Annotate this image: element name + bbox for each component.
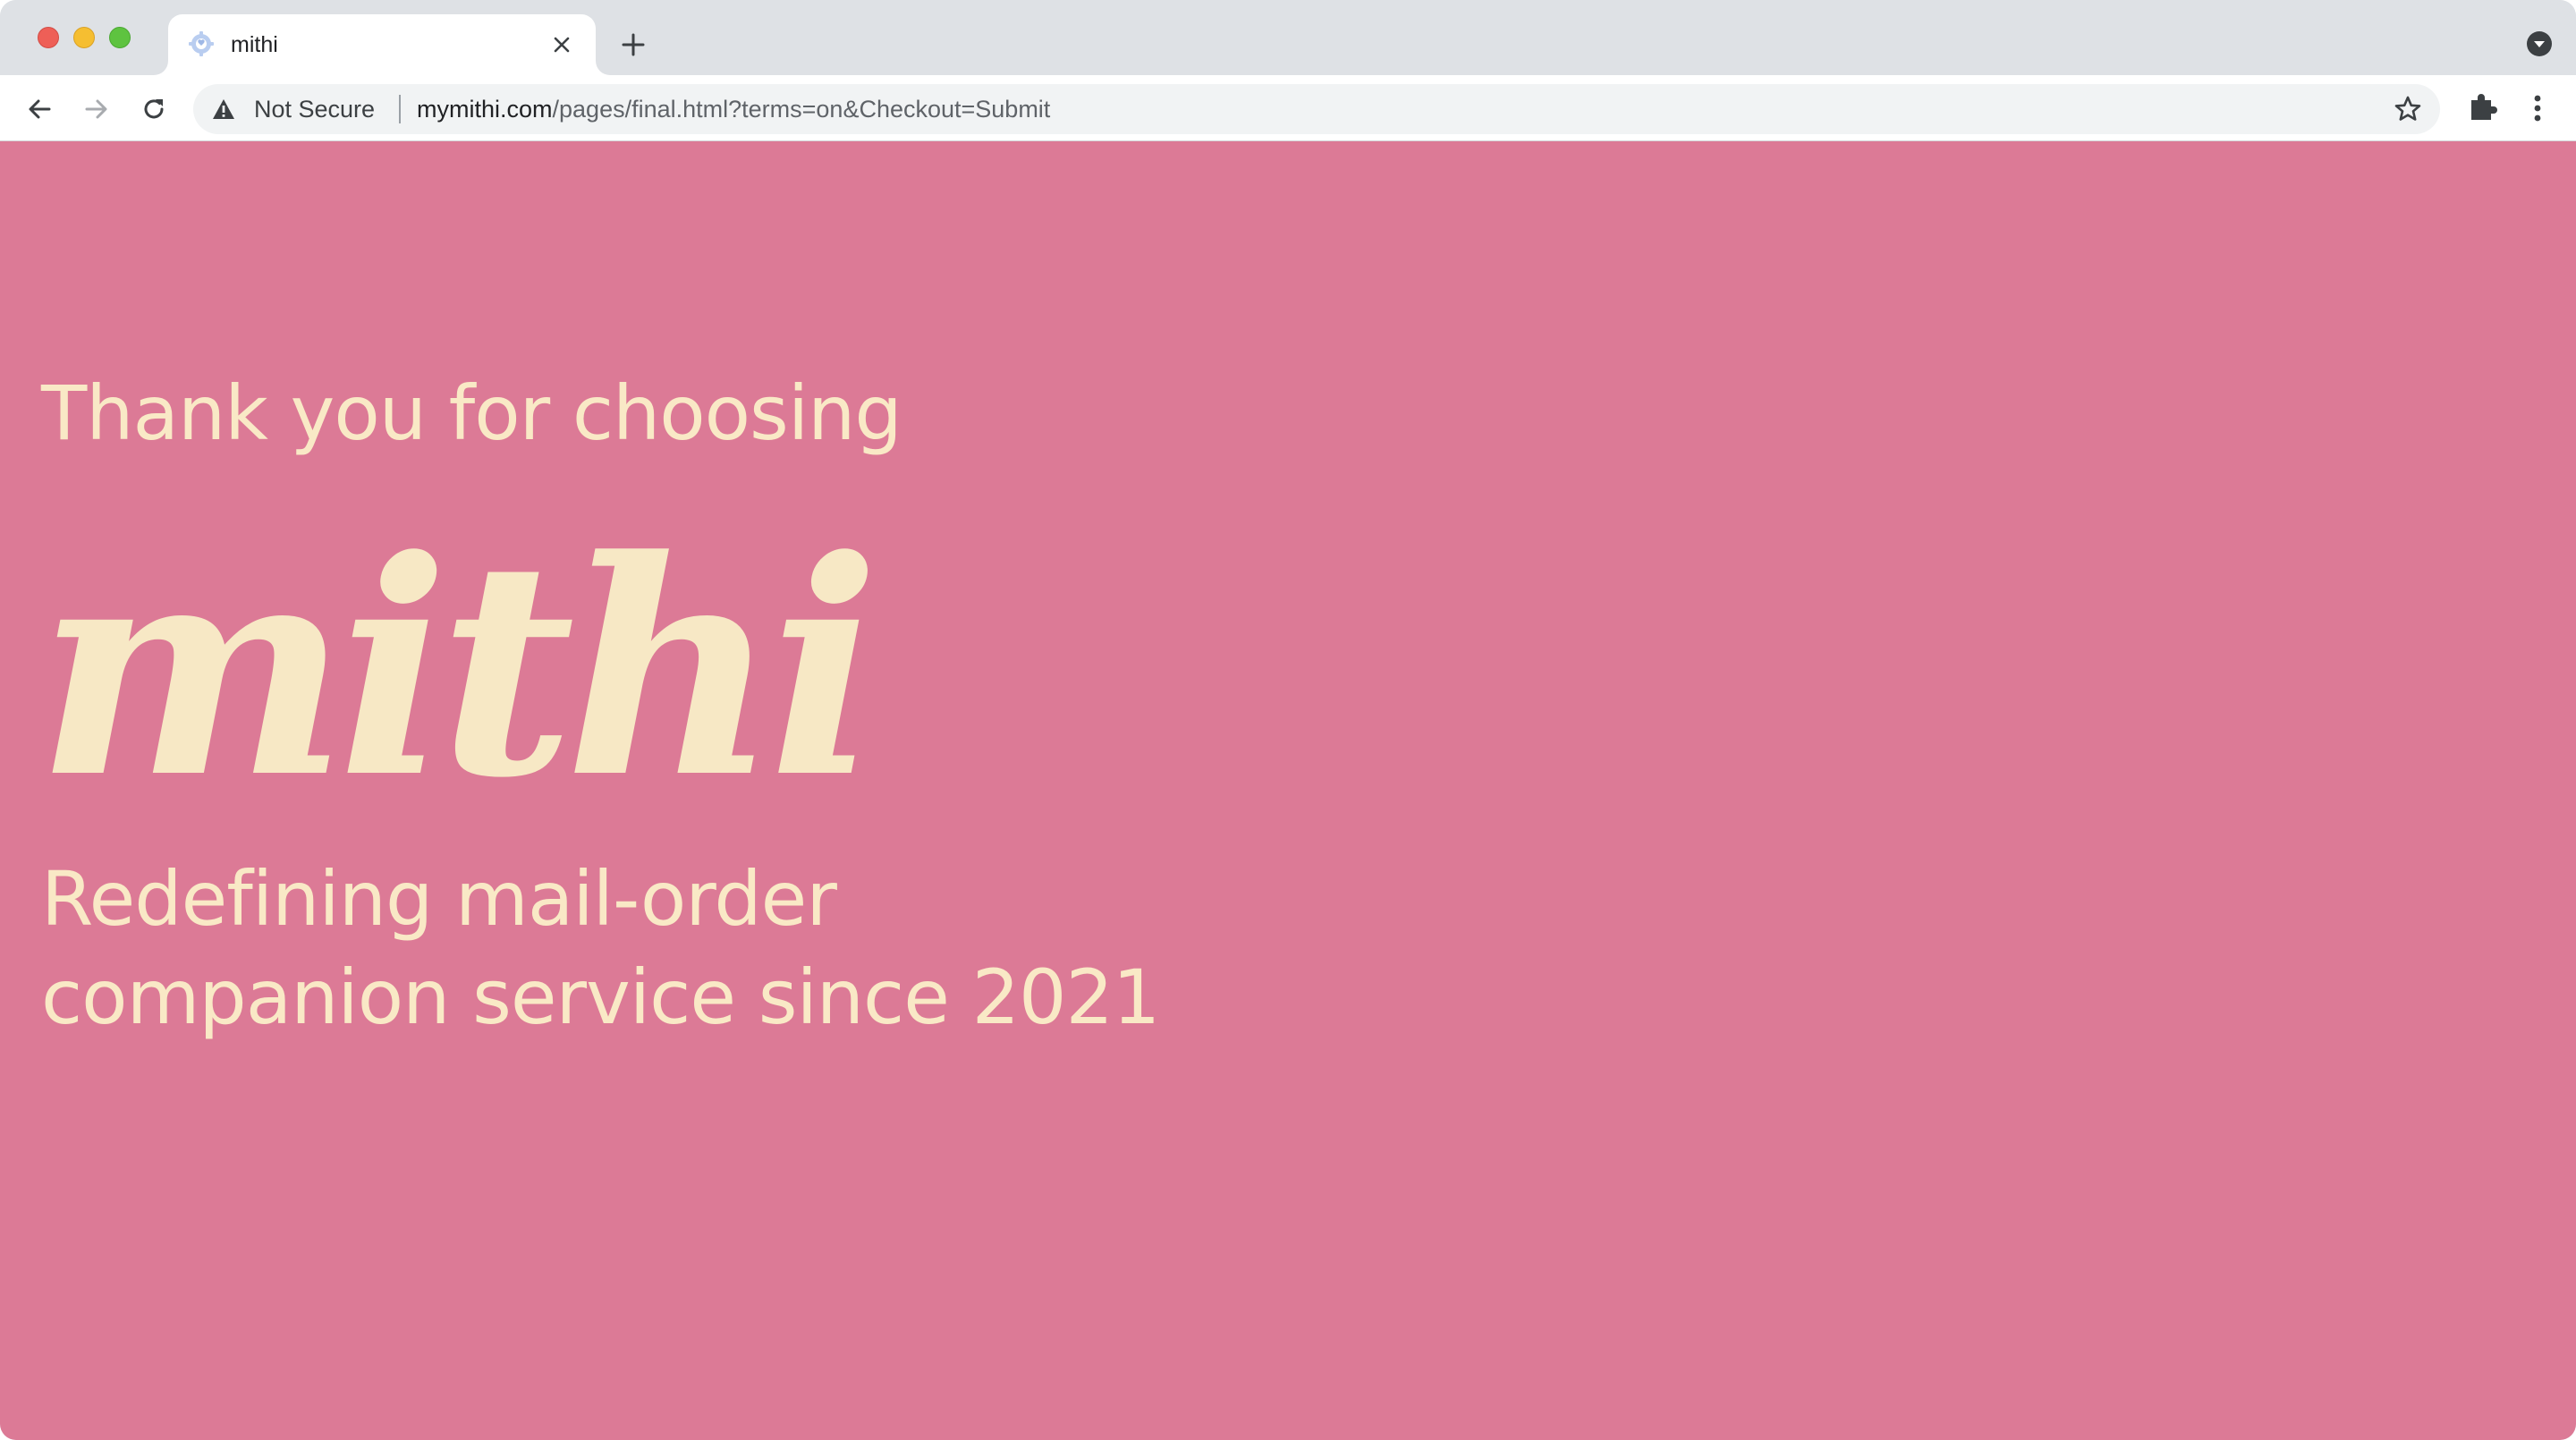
- security-label[interactable]: Not Secure: [254, 95, 375, 123]
- page-content: Thank you for choosing mithi Redefining …: [0, 141, 2576, 1440]
- browser-toolbar: Not Secure mymithi.com/pages/final.html?…: [0, 75, 2576, 141]
- gear-icon: [189, 31, 214, 56]
- arrow-left-icon: [29, 99, 51, 119]
- new-tab-button[interactable]: [615, 27, 651, 63]
- url-host: mymithi.com: [417, 96, 553, 123]
- puzzle-icon[interactable]: [2465, 91, 2499, 125]
- arrow-right-icon: [85, 99, 107, 119]
- maximize-window-button[interactable]: [109, 27, 131, 48]
- tab-title: mithi: [231, 32, 278, 57]
- star-icon[interactable]: [2394, 95, 2422, 123]
- close-window-button[interactable]: [38, 27, 59, 48]
- plus-icon: [622, 33, 645, 56]
- tab-mithi[interactable]: mithi: [168, 14, 596, 75]
- close-tab-button[interactable]: [547, 30, 576, 59]
- kebab-menu-icon[interactable]: [2524, 91, 2551, 125]
- mithi-logo: mithi: [36, 496, 880, 843]
- separator: [399, 95, 401, 123]
- address-bar[interactable]: Not Secure mymithi.com/pages/final.html?…: [193, 84, 2440, 134]
- chevron-down-icon[interactable]: [2526, 30, 2553, 57]
- tagline: Redefining mail-order companion service …: [41, 850, 1160, 1046]
- page-headline: Thank you for choosing: [41, 369, 902, 457]
- url-text[interactable]: mymithi.com/pages/final.html?terms=on&Ch…: [417, 95, 1050, 123]
- tab-strip: mithi: [0, 0, 2576, 75]
- url-path: /pages/final.html?terms=on&Checkout=Subm…: [552, 96, 1051, 123]
- tagline-line-2: companion service since 2021: [41, 953, 1160, 1041]
- close-icon: [554, 37, 570, 53]
- back-button[interactable]: [21, 91, 57, 127]
- tagline-line-1: Redefining mail-order: [41, 855, 837, 943]
- browser-window: mithi Not Secure mymithi.com/pages/final…: [0, 0, 2576, 1440]
- forward-button[interactable]: [79, 91, 114, 127]
- minimize-window-button[interactable]: [73, 27, 95, 48]
- warning-icon: [213, 99, 234, 119]
- reload-button[interactable]: [136, 91, 172, 127]
- reload-icon: [144, 99, 164, 119]
